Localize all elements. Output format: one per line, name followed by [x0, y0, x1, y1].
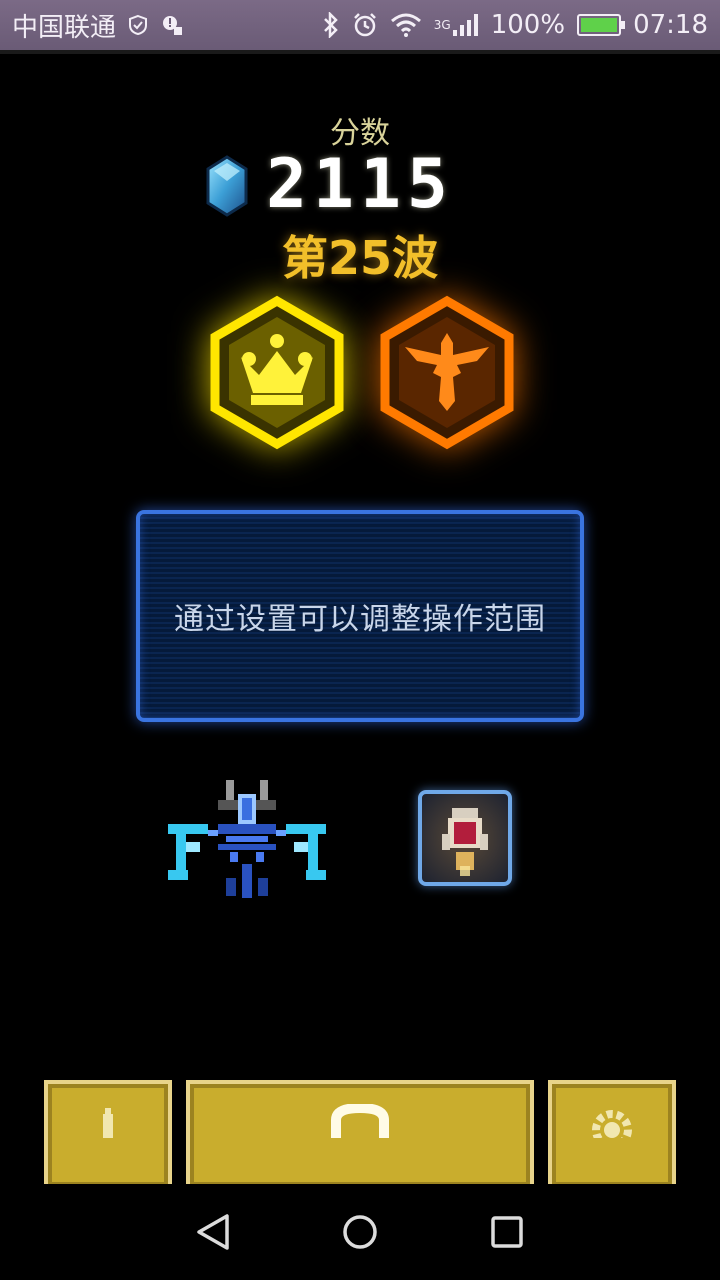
network-type: 3G [433, 18, 451, 32]
player-ship-icon[interactable] [168, 780, 326, 900]
status-divider [0, 50, 720, 54]
signal-icon: 3G [434, 12, 479, 38]
bluetooth-icon [322, 12, 340, 38]
score-value: 2115 [266, 145, 454, 224]
recents-icon[interactable] [477, 1202, 537, 1262]
wave-label: 第25波 [281, 231, 438, 285]
shield-icon [128, 14, 148, 36]
wifi-icon [390, 13, 422, 37]
eagle-badge-icon[interactable] [377, 295, 517, 450]
settings-button[interactable] [548, 1080, 676, 1190]
clock: 07:18 [633, 10, 708, 40]
play-icon [328, 1102, 392, 1148]
alarm-icon [352, 12, 378, 38]
gear-icon [590, 1102, 634, 1150]
tip-panel: 通过设置可以调整操作范围 [136, 510, 584, 722]
crown-badge-icon[interactable] [207, 295, 347, 450]
powerup-slot[interactable] [418, 790, 512, 886]
carrier-name: 中国联通 [12, 12, 117, 43]
bottle-icon [93, 1102, 123, 1148]
shop-button[interactable] [44, 1080, 172, 1190]
tip-text: 通过设置可以调整操作范围 [174, 602, 546, 637]
back-icon[interactable] [183, 1202, 243, 1262]
play-button[interactable] [186, 1080, 534, 1190]
battery-icon [577, 14, 626, 36]
navigation-bar [0, 1184, 720, 1280]
status-bar: 中国联通 3G 100% 07:18 [0, 0, 720, 50]
home-icon[interactable] [330, 1202, 390, 1262]
battery-percent: 100% [490, 10, 566, 40]
rocket-powerup-icon [442, 808, 488, 876]
notification-icon [160, 13, 184, 37]
